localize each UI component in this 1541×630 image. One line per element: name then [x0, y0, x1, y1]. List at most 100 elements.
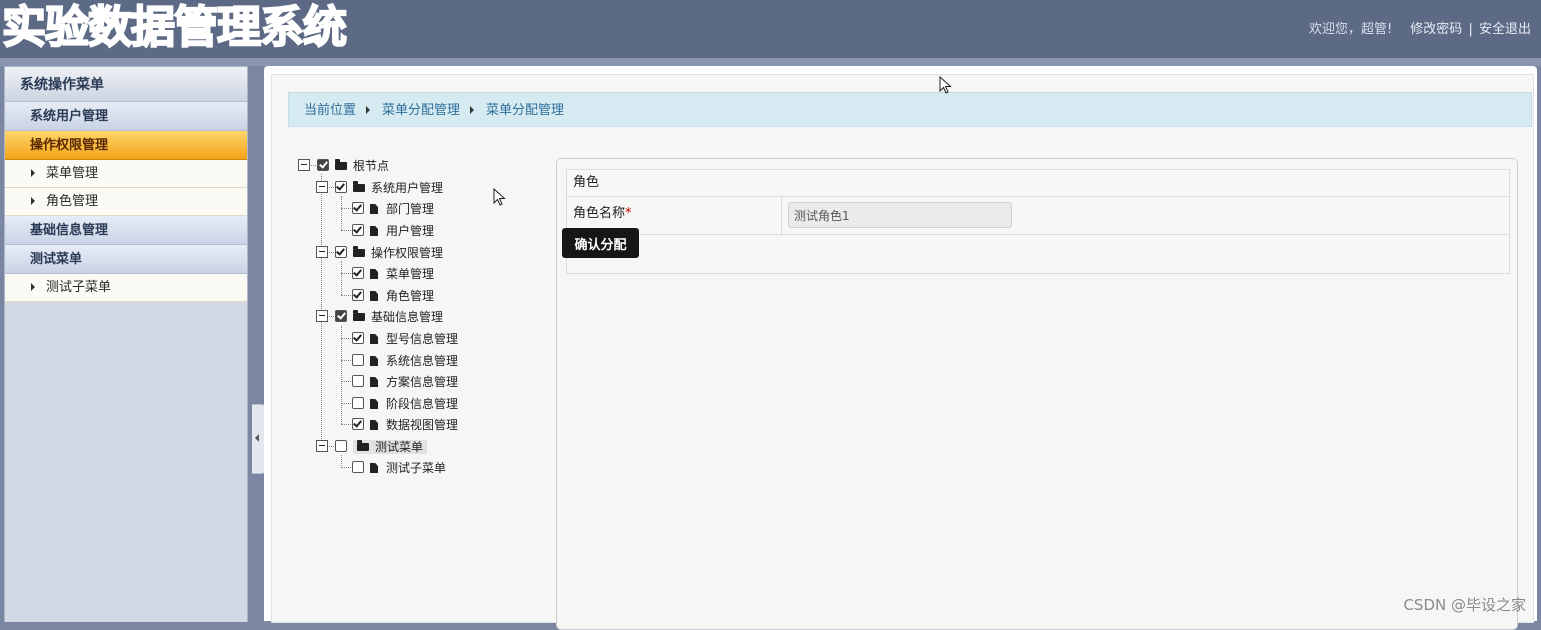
top-header: 实验数据管理系统 欢迎您，超管! 修改密码 | 安全退出 — [0, 0, 1541, 58]
file-icon — [370, 377, 378, 387]
folder-open-icon — [353, 246, 365, 257]
tree-node-label[interactable]: 操作权限管理 — [371, 246, 443, 260]
checkbox-checked-icon[interactable] — [352, 267, 364, 279]
tree-connector — [341, 338, 351, 339]
role-form: 角色 角色名称* — [566, 169, 1510, 274]
file-icon — [370, 399, 378, 409]
file-icon — [370, 204, 378, 214]
tree-node-basic-info: 基础信息管理 — [316, 308, 443, 326]
tree-node-label[interactable]: 部门管理 — [386, 202, 434, 216]
tree-connector — [341, 230, 351, 231]
tree-leaf-data-view: 数据视图管理 — [341, 416, 458, 434]
checkbox-unchecked-icon[interactable] — [335, 440, 347, 452]
checkbox-unchecked-icon[interactable] — [352, 375, 364, 387]
tree-connector — [341, 424, 351, 425]
tree-node-label[interactable]: 数据视图管理 — [386, 418, 458, 432]
tree-node-label-selected[interactable]: 测试菜单 — [353, 440, 428, 454]
caret-right-icon — [31, 283, 35, 291]
logout-link[interactable]: 安全退出 — [1479, 22, 1531, 37]
tree-node-label[interactable]: 根节点 — [353, 159, 389, 173]
collapse-toggle-icon[interactable] — [298, 159, 310, 171]
role-name-row: 角色名称* — [567, 197, 1509, 235]
collapse-toggle-icon[interactable] — [316, 310, 328, 322]
role-name-label-text: 角色名称 — [573, 206, 626, 221]
sidebar-group-permissions[interactable]: 操作权限管理 — [5, 131, 247, 160]
sidebar-item-label: 菜单管理 — [46, 166, 99, 181]
sidebar-item-label: 角色管理 — [46, 194, 99, 209]
checkbox-partial-icon[interactable] — [335, 310, 347, 322]
collapse-toggle-icon[interactable] — [316, 246, 328, 258]
tree-connector — [329, 252, 334, 253]
role-name-field[interactable] — [788, 202, 1012, 228]
folder-open-icon — [357, 440, 369, 451]
tree-node-label[interactable]: 方案信息管理 — [386, 375, 458, 389]
sidebar-group-system-users[interactable]: 系统用户管理 — [5, 102, 247, 131]
sidebar-group-basic-info[interactable]: 基础信息管理 — [5, 216, 247, 245]
watermark: CSDN @毕设之家 — [1403, 596, 1526, 614]
tree-connector — [341, 273, 351, 274]
role-assign-panel: 角色 角色名称* 确认分配 — [556, 158, 1518, 630]
app-title: 实验数据管理系统 — [1, 1, 348, 54]
tree-node-label[interactable]: 阶段信息管理 — [386, 397, 458, 411]
tree-node-label[interactable]: 系统用户管理 — [371, 181, 443, 195]
collapse-toggle-icon[interactable] — [316, 181, 328, 193]
tree-leaf-menu-management: 菜单管理 — [341, 265, 434, 283]
tree-connector — [311, 165, 316, 166]
confirm-assign-button[interactable]: 确认分配 — [562, 228, 639, 258]
required-mark: * — [625, 206, 632, 221]
checkbox-checked-icon[interactable] — [352, 332, 364, 344]
tree-node-system-users: 系统用户管理 — [316, 179, 443, 197]
checkbox-checked-icon[interactable] — [335, 246, 347, 258]
change-password-link[interactable]: 修改密码 — [1410, 22, 1462, 37]
checkbox-unchecked-icon[interactable] — [352, 461, 364, 473]
sidebar-title: 系统操作菜单 — [5, 67, 247, 102]
tree-connector — [341, 467, 351, 468]
checkbox-unchecked-icon[interactable] — [352, 397, 364, 409]
tree-node-label[interactable]: 测试子菜单 — [386, 461, 446, 475]
checkbox-checked-icon[interactable] — [352, 289, 364, 301]
header-divider — [0, 58, 1541, 66]
folder-open-icon — [353, 310, 365, 321]
file-icon — [370, 463, 378, 473]
tree-node-permissions: 操作权限管理 — [316, 244, 443, 262]
breadcrumb-item[interactable]: 当前位置 — [304, 103, 356, 118]
tree-node-label[interactable]: 角色管理 — [386, 289, 434, 303]
tree-node-label[interactable]: 系统信息管理 — [386, 354, 458, 368]
sidebar-item-label: 测试子菜单 — [46, 280, 112, 295]
caret-right-icon — [31, 169, 35, 177]
caret-right-icon — [31, 197, 35, 205]
checkbox-unchecked-icon[interactable] — [352, 354, 364, 366]
tree-connector — [329, 316, 334, 317]
folder-open-icon — [335, 159, 347, 170]
sidebar-item-menu-management[interactable]: 菜单管理 — [5, 160, 247, 188]
tree-node-label[interactable]: 基础信息管理 — [371, 310, 443, 324]
form-section-title: 角色 — [567, 170, 1509, 197]
sidebar-item-test-submenu[interactable]: 测试子菜单 — [5, 274, 247, 302]
collapse-toggle-icon[interactable] — [316, 440, 328, 452]
caret-right-icon — [470, 106, 475, 114]
sidebar-item-role-management[interactable]: 角色管理 — [5, 188, 247, 216]
breadcrumb-item[interactable]: 菜单分配管理 — [382, 103, 460, 118]
tree-connector — [329, 446, 334, 447]
tree-node-label[interactable]: 菜单管理 — [386, 267, 434, 281]
sidebar-group-test-menu[interactable]: 测试菜单 — [5, 245, 247, 274]
tree-connector — [341, 208, 351, 209]
checkbox-checked-icon[interactable] — [317, 159, 329, 171]
tree-node-label[interactable]: 用户管理 — [386, 224, 434, 238]
checkbox-checked-icon[interactable] — [352, 224, 364, 236]
file-icon — [370, 226, 378, 236]
file-icon — [370, 356, 378, 366]
tree-leaf-test-submenu: 测试子菜单 — [341, 459, 446, 477]
tree-connector — [341, 295, 351, 296]
checkbox-checked-icon[interactable] — [335, 181, 347, 193]
header-user-links: 欢迎您，超管! 修改密码 | 安全退出 — [1309, 18, 1531, 37]
sidebar: 系统操作菜单 系统用户管理 操作权限管理 菜单管理 角色管理 基础信息管理 测试… — [4, 66, 248, 622]
tree-connector — [341, 381, 351, 382]
welcome-text: 欢迎您，超管! — [1308, 22, 1393, 37]
breadcrumb-item[interactable]: 菜单分配管理 — [486, 103, 564, 118]
checkbox-checked-icon[interactable] — [352, 418, 364, 430]
caret-right-icon — [366, 106, 371, 114]
tree-node-label[interactable]: 型号信息管理 — [386, 332, 458, 346]
checkbox-checked-icon[interactable] — [352, 202, 364, 214]
tree-leaf-department: 部门管理 — [341, 200, 434, 218]
